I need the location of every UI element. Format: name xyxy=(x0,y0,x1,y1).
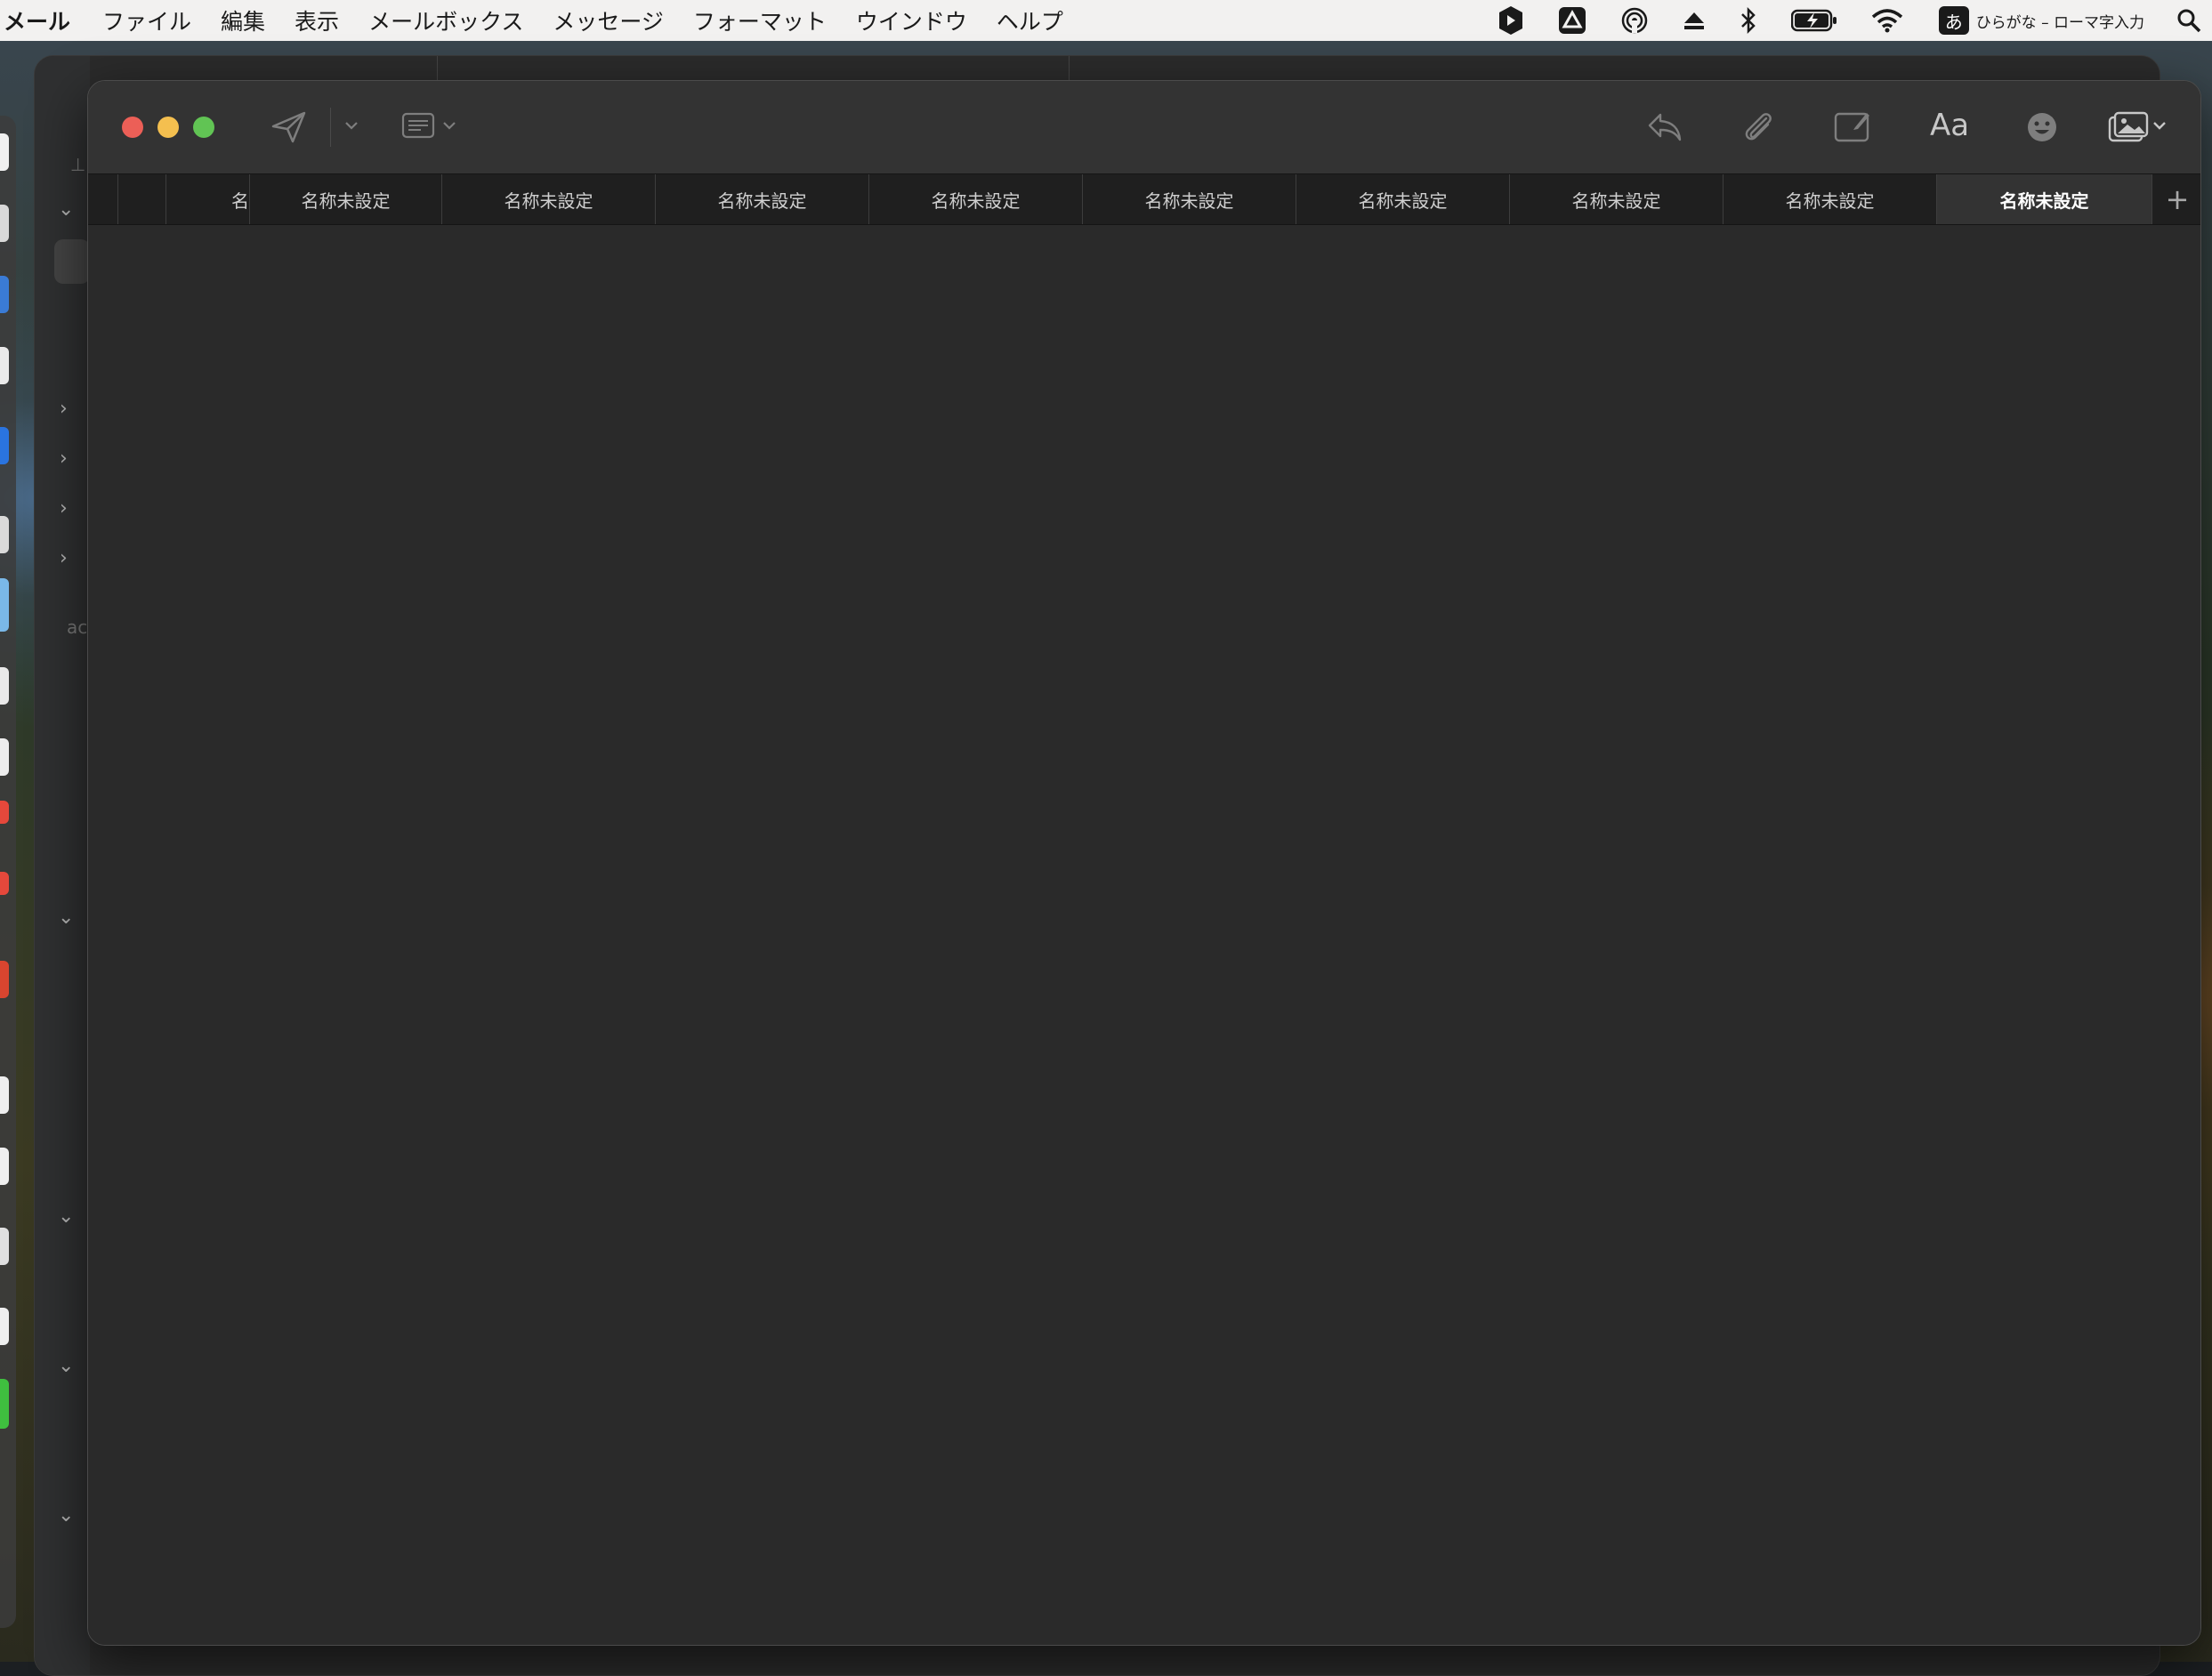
tab-collapsed[interactable] xyxy=(88,174,118,224)
dock-app[interactable] xyxy=(0,961,9,998)
menu-window[interactable]: ウインドウ xyxy=(856,4,967,36)
dock-app[interactable] xyxy=(0,516,9,553)
menu-file[interactable]: ファイル xyxy=(102,4,191,36)
background-sidebar xyxy=(35,56,90,1675)
format-button[interactable]: Aa xyxy=(1930,108,1969,143)
tab-untitled[interactable]: 名称未設定 xyxy=(1296,174,1510,224)
tab-collapsed[interactable]: 名 xyxy=(166,174,250,224)
dock-app[interactable] xyxy=(0,205,9,242)
background-sidebar-item: ⊥ xyxy=(70,154,86,175)
chevron-down-icon[interactable]: ⌄ xyxy=(58,1355,74,1377)
tab-untitled[interactable]: 名称未設定 xyxy=(1510,174,1724,224)
app-status-icon[interactable] xyxy=(1498,5,1524,36)
background-divider xyxy=(1069,56,1070,83)
tab-untitled[interactable]: 名称未設定 xyxy=(442,174,656,224)
chevron-right-icon[interactable]: › xyxy=(60,497,68,520)
tab-untitled[interactable]: 名称未設定 xyxy=(869,174,1083,224)
chevron-right-icon[interactable]: › xyxy=(60,547,68,569)
dock-app[interactable] xyxy=(0,578,9,632)
tab-collapsed[interactable] xyxy=(118,174,166,224)
spotlight-search-icon[interactable] xyxy=(2176,8,2201,33)
dock-app[interactable] xyxy=(0,1076,9,1114)
eject-icon[interactable] xyxy=(1683,10,1706,31)
menu-mailbox[interactable]: メールボックス xyxy=(368,4,523,36)
dock-app[interactable] xyxy=(0,1308,9,1345)
background-sidebar-section: ac xyxy=(67,616,88,638)
chevron-right-icon[interactable]: › xyxy=(60,398,68,420)
dock-app[interactable] xyxy=(0,347,9,384)
menu-format[interactable]: フォーマット xyxy=(693,4,827,36)
photo-browser-icon[interactable] xyxy=(2108,111,2170,147)
background-divider xyxy=(437,56,438,83)
menu-app-name[interactable]: メール xyxy=(4,4,70,36)
chevron-right-icon[interactable]: › xyxy=(60,447,68,470)
dock xyxy=(0,116,16,1628)
dock-app[interactable] xyxy=(0,1379,9,1429)
zoom-button[interactable] xyxy=(193,117,214,138)
menu-message[interactable]: メッセージ xyxy=(553,4,664,36)
chevron-down-icon[interactable]: ⌄ xyxy=(58,1504,74,1527)
chevron-down-icon[interactable]: ⌄ xyxy=(58,198,74,221)
tab-untitled-active[interactable]: 名称未設定 xyxy=(1937,174,2152,224)
tab-untitled[interactable]: 名称未設定 xyxy=(656,174,869,224)
wifi-icon[interactable] xyxy=(1871,8,1903,33)
compose-toolbar: Aa xyxy=(88,81,2200,173)
tab-untitled[interactable]: 名称未設定 xyxy=(1083,174,1296,224)
airdrop-icon[interactable] xyxy=(1620,6,1649,35)
compose-body[interactable] xyxy=(88,225,2200,1645)
battery-icon[interactable] xyxy=(1790,9,1837,32)
status-area: あ ひらがな – ローマ字入力 xyxy=(1464,0,2212,41)
dock-app[interactable] xyxy=(0,801,9,824)
tab-bar: 名 名称未設定 名称未設定 名称未設定 名称未設定 名称未設定 名称未設定 名称… xyxy=(88,173,2200,225)
menu-edit[interactable]: 編集 xyxy=(221,4,265,36)
menu-bar: メール ファイル 編集 表示 メールボックス メッセージ フォーマット ウインド… xyxy=(0,0,2212,41)
send-options-chevron-icon[interactable] xyxy=(343,117,360,138)
chevron-down-icon[interactable]: ⌄ xyxy=(58,906,74,929)
close-button[interactable] xyxy=(122,117,143,138)
new-tab-button[interactable]: + xyxy=(2154,174,2200,224)
dock-app[interactable] xyxy=(0,872,9,895)
chevron-down-icon[interactable]: ⌄ xyxy=(58,1205,74,1228)
compose-window: Aa 名 名称未設定 名称未設定 名称未設定 名称未設定 名称未設定 名称未設定… xyxy=(87,80,2201,1646)
dock-app[interactable] xyxy=(0,133,9,171)
dock-app[interactable] xyxy=(0,276,9,313)
send-icon[interactable] xyxy=(271,111,307,147)
dock-app[interactable] xyxy=(0,738,9,776)
minimize-button[interactable] xyxy=(157,117,179,138)
emoji-icon[interactable] xyxy=(2026,111,2058,147)
ime-badge: あ xyxy=(1938,6,1969,35)
input-method-indicator[interactable]: あ ひらがな – ローマ字入力 xyxy=(1938,6,2144,35)
menu-help[interactable]: ヘルプ xyxy=(997,4,1063,36)
background-selected-item xyxy=(54,239,90,284)
tab-untitled[interactable]: 名称未設定 xyxy=(1724,174,1937,224)
dock-app[interactable] xyxy=(0,667,9,705)
bluetooth-icon[interactable] xyxy=(1740,6,1757,35)
google-drive-icon[interactable] xyxy=(1558,6,1586,35)
header-fields-icon[interactable] xyxy=(401,111,464,145)
menu-view[interactable]: 表示 xyxy=(295,4,339,36)
ime-label: ひらがな – ローマ字入力 xyxy=(1975,13,2144,32)
toolbar-separator xyxy=(330,108,331,147)
tab-untitled[interactable]: 名称未設定 xyxy=(250,174,442,224)
reply-icon[interactable] xyxy=(1647,111,1683,147)
dock-app[interactable] xyxy=(0,427,9,464)
markup-icon[interactable] xyxy=(1834,109,1871,147)
attachment-icon[interactable] xyxy=(1741,109,1775,149)
dock-app[interactable] xyxy=(0,1148,9,1185)
dock-app[interactable] xyxy=(0,1228,9,1265)
